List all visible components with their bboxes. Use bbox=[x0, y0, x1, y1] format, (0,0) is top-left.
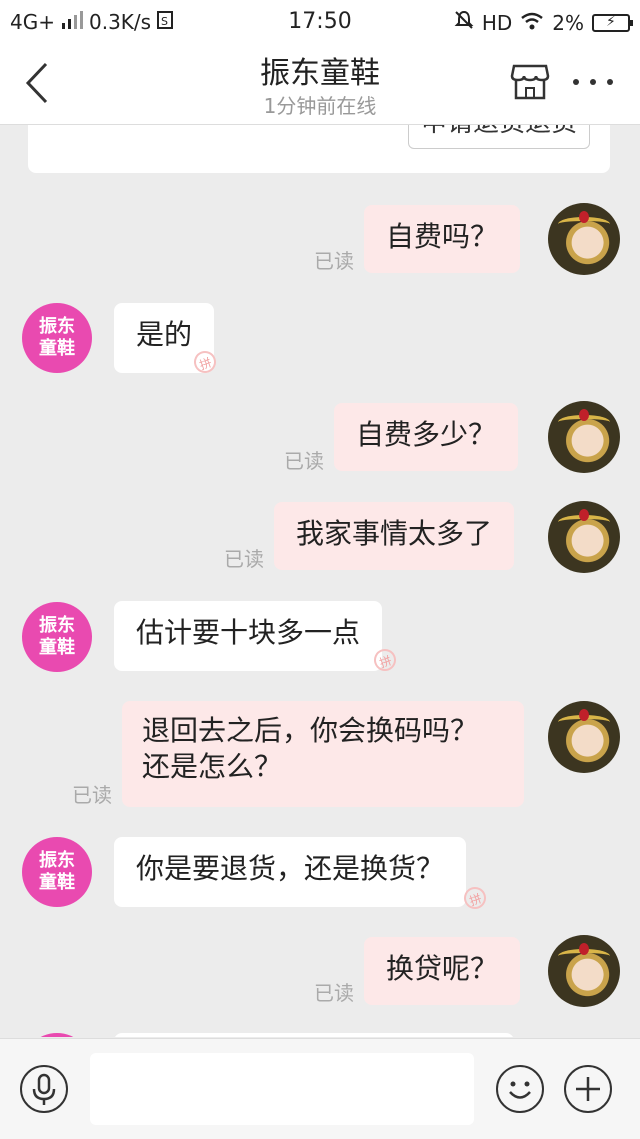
message-bubble-outgoing[interactable]: 我家事情太多了 bbox=[274, 502, 515, 570]
message-bubble-outgoing[interactable]: 自费吗？ bbox=[364, 205, 521, 273]
more-dots-icon bbox=[573, 79, 613, 85]
gem-icon bbox=[579, 409, 589, 421]
microphone-icon bbox=[32, 1073, 56, 1105]
user-avatar[interactable] bbox=[548, 935, 620, 1007]
message-bubble-outgoing[interactable]: 自费多少？ bbox=[334, 403, 519, 471]
gem-icon bbox=[579, 943, 589, 955]
message-bubble-partial bbox=[114, 1033, 514, 1037]
mute-icon bbox=[454, 10, 474, 35]
user-avatar[interactable] bbox=[548, 203, 620, 275]
wifi-icon bbox=[520, 11, 544, 35]
read-status: 已读 bbox=[284, 449, 324, 473]
battery-percent: 2% bbox=[552, 10, 584, 35]
shop-avatar-partial bbox=[22, 1033, 92, 1037]
message-bubble-incoming[interactable]: 估计要十块多一点 bbox=[114, 601, 383, 671]
return-request-button[interactable]: 申请退货退货 bbox=[408, 125, 590, 149]
message-bubble-outgoing[interactable]: 换贷呢？ bbox=[364, 937, 521, 1005]
gem-icon bbox=[579, 509, 589, 521]
read-status: 已读 bbox=[314, 249, 354, 273]
emoji-button[interactable] bbox=[496, 1065, 544, 1113]
more-button[interactable] bbox=[570, 72, 616, 92]
status-bar: 4G+ 0.3K/s S 17:50 HD 2% ⚡ bbox=[0, 0, 640, 44]
gem-icon bbox=[579, 709, 589, 721]
chat-area[interactable]: 申请退货退货 已读 自费吗？ 振东童鞋 是的 拼 已读 自费多少？ 已读 我家事… bbox=[0, 125, 640, 1037]
message-input[interactable] bbox=[90, 1053, 474, 1125]
gem-icon bbox=[579, 211, 589, 223]
battery-icon: ⚡ bbox=[592, 13, 633, 32]
user-avatar[interactable] bbox=[548, 501, 620, 573]
voice-button[interactable] bbox=[20, 1065, 68, 1113]
read-status: 已读 bbox=[224, 547, 264, 571]
shop-button[interactable] bbox=[508, 60, 552, 104]
return-card: 申请退货退货 bbox=[28, 125, 610, 173]
message-bubble-outgoing[interactable]: 退回去之后，你会换码吗？还是怎么？ bbox=[122, 701, 524, 807]
read-status: 已读 bbox=[72, 783, 112, 807]
read-status: 已读 bbox=[314, 981, 354, 1005]
user-avatar[interactable] bbox=[548, 401, 620, 473]
shop-avatar[interactable]: 振东 童鞋 bbox=[22, 602, 92, 672]
shop-icon bbox=[510, 64, 550, 100]
emoji-icon bbox=[509, 1081, 531, 1099]
input-bar bbox=[0, 1038, 640, 1139]
hd-label: HD bbox=[481, 10, 513, 35]
plus-icon bbox=[576, 1077, 600, 1101]
more-actions-button[interactable] bbox=[564, 1065, 612, 1113]
status-right: HD 2% ⚡ bbox=[454, 10, 633, 35]
user-avatar[interactable] bbox=[548, 701, 620, 773]
shop-avatar[interactable]: 振东 童鞋 bbox=[22, 837, 92, 907]
shop-avatar[interactable]: 振东 童鞋 bbox=[22, 303, 92, 373]
message-bubble-incoming[interactable]: 你是要退货，还是换货？ bbox=[114, 837, 467, 907]
chat-header: 振东童鞋 1分钟前在线 bbox=[0, 44, 640, 125]
